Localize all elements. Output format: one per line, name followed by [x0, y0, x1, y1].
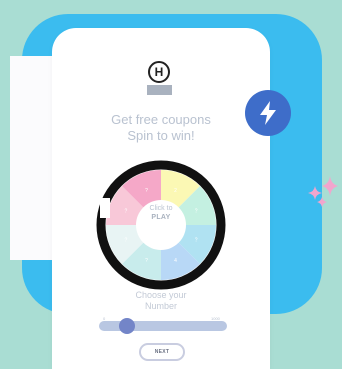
- wheel-segment-label: ?: [195, 208, 198, 214]
- number-slider-track[interactable]: [99, 321, 227, 331]
- lightning-bolt-icon: [260, 101, 276, 125]
- brand-logo-bar: [147, 85, 172, 95]
- wheel-segment-label: ?: [145, 188, 148, 194]
- sparkle-icon: [308, 176, 338, 207]
- brand-logo-icon: H: [148, 61, 170, 83]
- headline-line2: Spin to win!: [127, 128, 195, 143]
- headline-line1: Get free coupons: [111, 112, 211, 127]
- number-prompt-line2: Number: [144, 301, 177, 311]
- wheel-segment-label: ?: [145, 258, 148, 264]
- wheel-rim-gap: [100, 198, 110, 218]
- wheel-segment-label: 4: [174, 258, 177, 264]
- next-button[interactable]: NEXT: [139, 343, 185, 361]
- bolt-badge[interactable]: [245, 90, 291, 136]
- wheel-play-label[interactable]: PLAY: [137, 214, 185, 221]
- spin-wheel[interactable]: 2?? 4????: [94, 158, 228, 292]
- wheel-segment-label: ?: [125, 208, 128, 214]
- wheel-segment-label: ?: [195, 238, 198, 244]
- wheel-center-hint: Click to: [149, 205, 173, 212]
- wheel-segment-label: 2: [174, 188, 177, 194]
- wheel-segment-label: ?: [125, 238, 128, 244]
- number-prompt-line1: Choose your: [135, 290, 187, 300]
- spin-wheel-graphic: 2?? 4????: [96, 160, 226, 290]
- brand-logo-letter: H: [154, 65, 164, 79]
